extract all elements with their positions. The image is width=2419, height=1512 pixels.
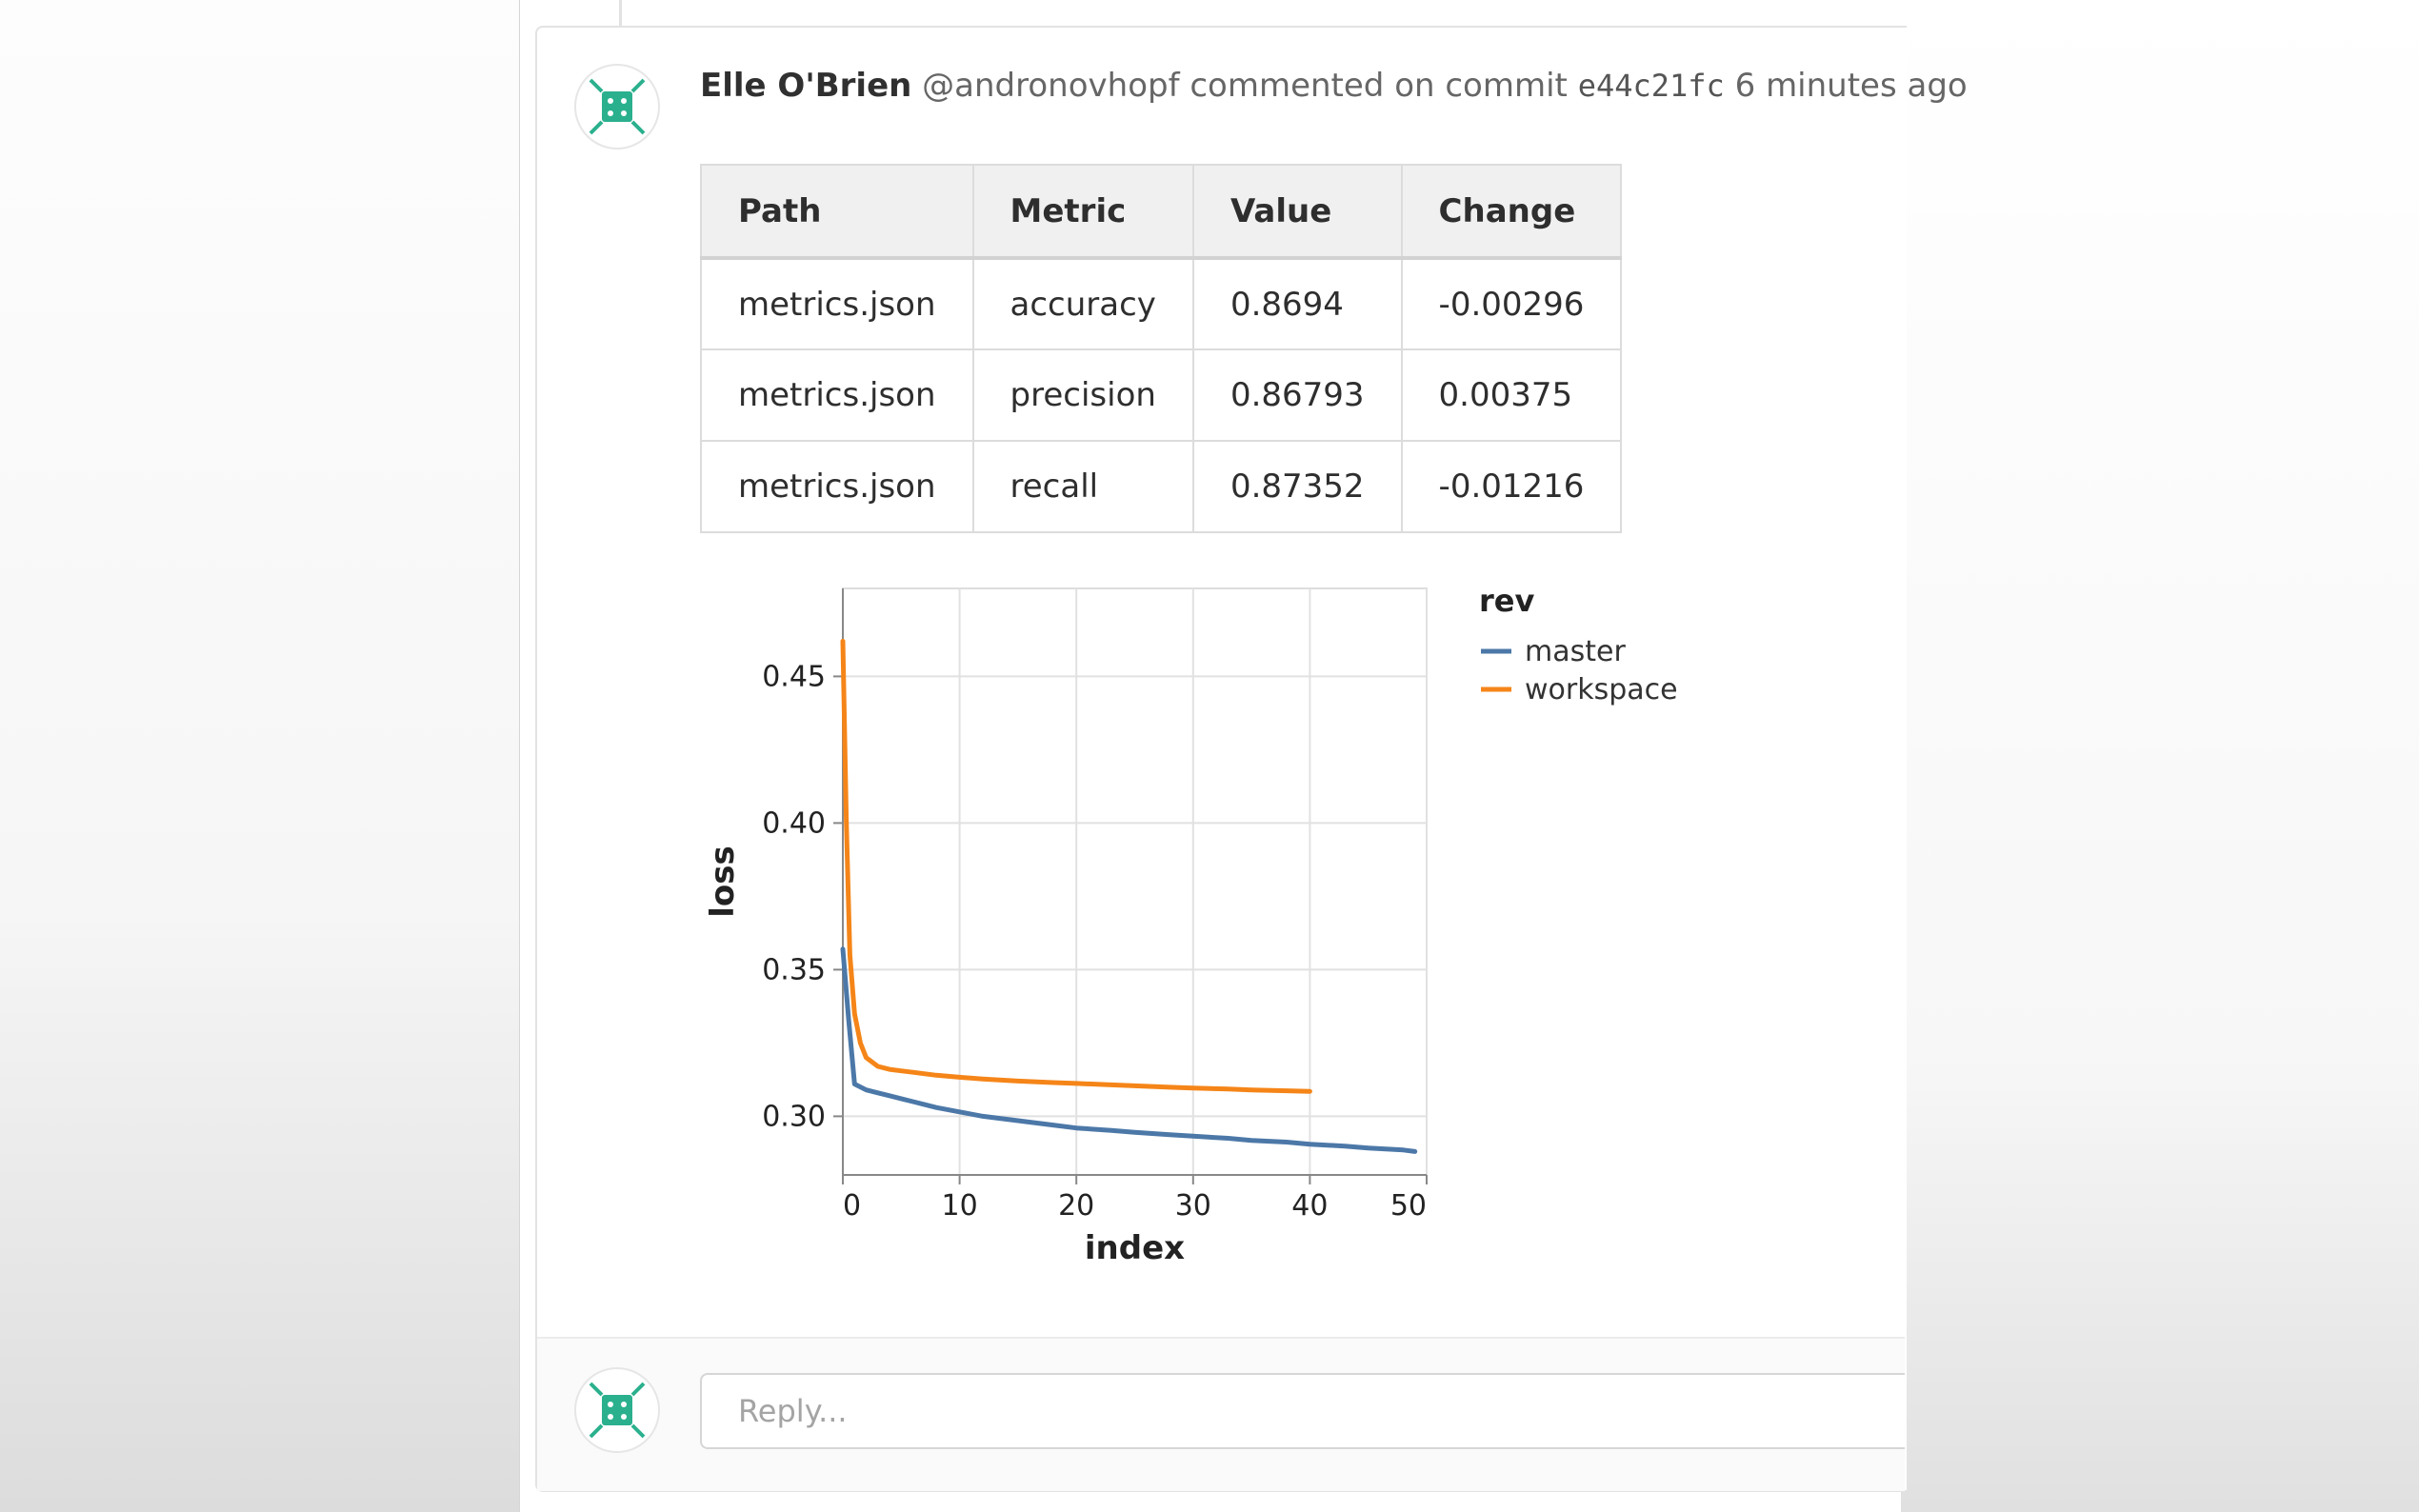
x-tick-label: 20: [1058, 1189, 1094, 1223]
table-row: metrics.json recall 0.87352 -0.01216: [700, 440, 1623, 533]
column-header-metric: Metric: [971, 164, 1194, 260]
commenter-avatar[interactable]: [574, 64, 660, 149]
x-axis-title: index: [1085, 1229, 1185, 1267]
legend-label-workspace: workspace: [1525, 673, 1678, 706]
x-tick-label: 0: [843, 1189, 861, 1223]
timeline-connector: [619, 0, 622, 27]
right-backdrop: [1900, 0, 2419, 1512]
table-row: metrics.json precision 0.86793 0.00375: [700, 348, 1623, 442]
table-cell-value: 0.87352: [1191, 440, 1403, 533]
metrics-table: Path Metric Value Change metrics.json ac…: [700, 164, 1623, 533]
table-header-row: Path Metric Value Change: [700, 164, 1623, 260]
table-cell-value: 0.86793: [1191, 348, 1403, 442]
x-tick-label: 40: [1291, 1189, 1328, 1223]
y-tick-label: 0.30: [762, 1100, 826, 1133]
table-cell-path: metrics.json: [700, 348, 974, 442]
loss-line-chart: 0 10 20 30 40 50 0.30 0.35 0.40 0.45 index loss rev…: [705, 583, 1678, 1267]
y-tick-label: 0.45: [762, 660, 826, 693]
legend-label-master: master: [1525, 635, 1626, 668]
robot-avatar-icon: [589, 78, 646, 135]
comment-header: Elle O'Brien @andronovhopf commented on …: [700, 67, 1968, 105]
table-cell-path: metrics.json: [700, 257, 974, 350]
y-tick-label: 0.40: [762, 806, 826, 840]
current-user-avatar[interactable]: [574, 1367, 660, 1453]
column-header-change: Change: [1400, 164, 1623, 260]
column-header-value: Value: [1191, 164, 1403, 260]
table-cell-change: 0.00375: [1400, 348, 1623, 442]
column-header-path: Path: [700, 164, 974, 260]
legend-title: rev: [1479, 583, 1534, 619]
table-cell-path: metrics.json: [700, 440, 974, 533]
reply-input[interactable]: [700, 1373, 1905, 1449]
table-row: metrics.json accuracy 0.8694 -0.00296: [700, 257, 1623, 350]
x-tick-label: 30: [1175, 1189, 1211, 1223]
comment-timestamp[interactable]: 6 minutes ago: [1735, 67, 1968, 105]
robot-avatar-icon: [589, 1382, 646, 1439]
x-tick-label: 50: [1390, 1189, 1427, 1223]
table-cell-metric: recall: [971, 440, 1194, 533]
comment-action: commented on commit: [1190, 67, 1568, 105]
table-cell-value: 0.8694: [1191, 257, 1403, 350]
y-axis-title: loss: [705, 846, 742, 918]
y-tick-label: 0.35: [762, 953, 826, 986]
table-cell-metric: precision: [971, 348, 1194, 442]
comment-author-handle[interactable]: @andronovhopf: [922, 67, 1179, 105]
table-cell-change: -0.00296: [1400, 257, 1623, 350]
comment-author[interactable]: Elle O'Brien: [700, 67, 911, 105]
table-cell-metric: accuracy: [971, 257, 1194, 350]
table-cell-change: -0.01216: [1400, 440, 1623, 533]
x-tick-label: 10: [942, 1189, 978, 1223]
commit-sha-link[interactable]: e44c21fc: [1578, 68, 1725, 104]
